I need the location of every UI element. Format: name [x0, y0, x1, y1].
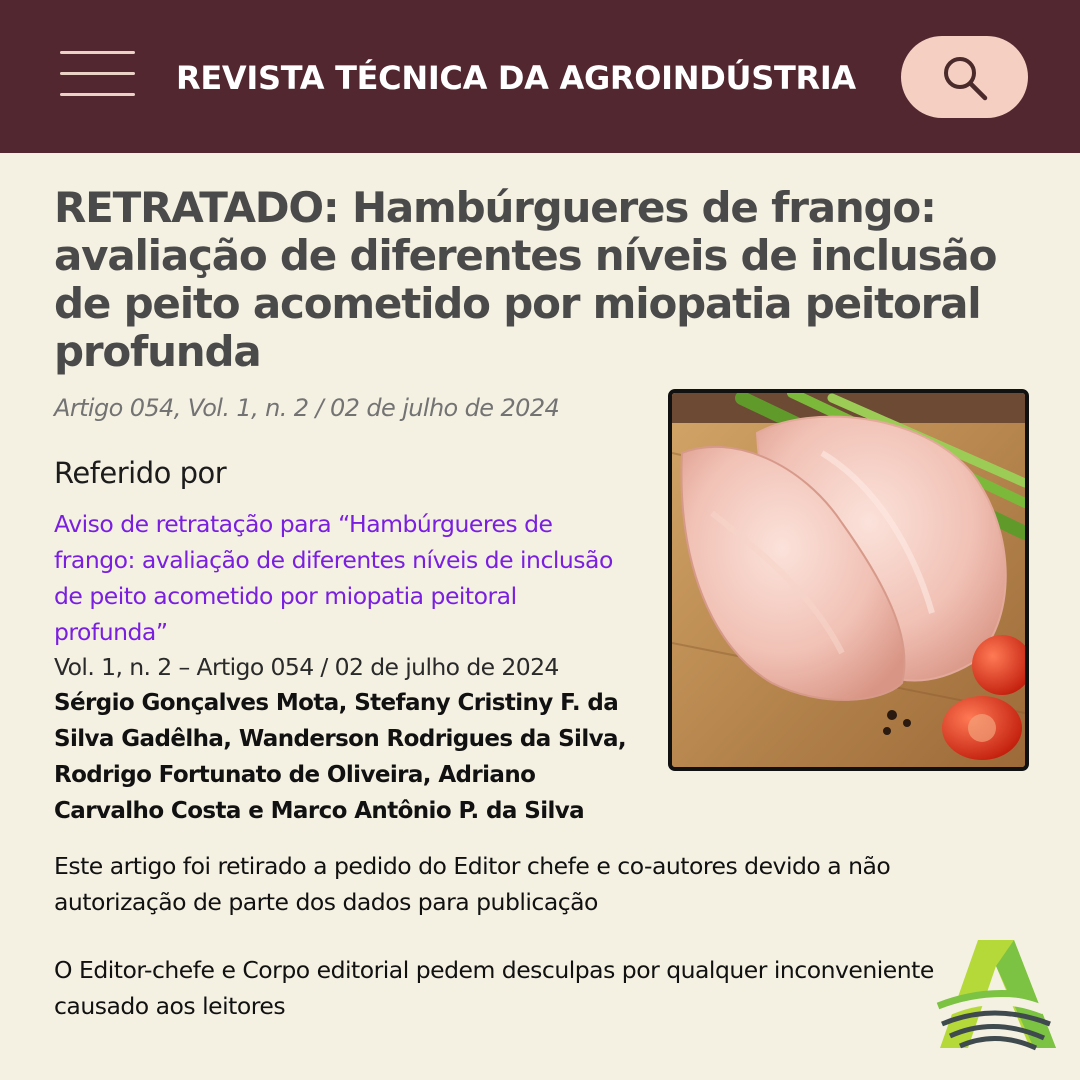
retraction-notice-link[interactable]: Aviso de retratação para “Hambúrgueres d… — [54, 506, 634, 650]
hamburger-menu-icon-line — [60, 93, 135, 96]
chicken-breast-image — [668, 389, 1029, 771]
apology-note: O Editor-chefe e Corpo editorial pedem d… — [54, 956, 934, 1020]
referred-by-heading: Referido por — [54, 456, 227, 490]
article-meta: Artigo 054, Vol. 1, n. 2 / 02 de julho d… — [54, 394, 560, 422]
notice-reference: Vol. 1, n. 2 – Artigo 054 / 02 de julho … — [54, 653, 559, 681]
search-icon — [944, 57, 988, 101]
site-header: REVISTA TÉCNICA DA AGROINDÚSTRIA — [0, 0, 1080, 153]
hamburger-menu-icon-line — [60, 51, 135, 54]
search-button[interactable] — [901, 36, 1028, 118]
journal-logo-icon — [936, 940, 1056, 1051]
menu-button[interactable] — [60, 50, 135, 98]
hamburger-menu-icon-line — [60, 72, 135, 75]
retraction-reason: Este artigo foi retirado a pedido do Edi… — [54, 852, 891, 916]
author-list: Sérgio Gonçalves Mota, Stefany Cristiny … — [54, 690, 627, 824]
site-title[interactable]: REVISTA TÉCNICA DA AGROINDÚSTRIA — [176, 56, 876, 100]
article-title: RETRATADO: Hambúrgueres de frango: avali… — [54, 183, 997, 376]
